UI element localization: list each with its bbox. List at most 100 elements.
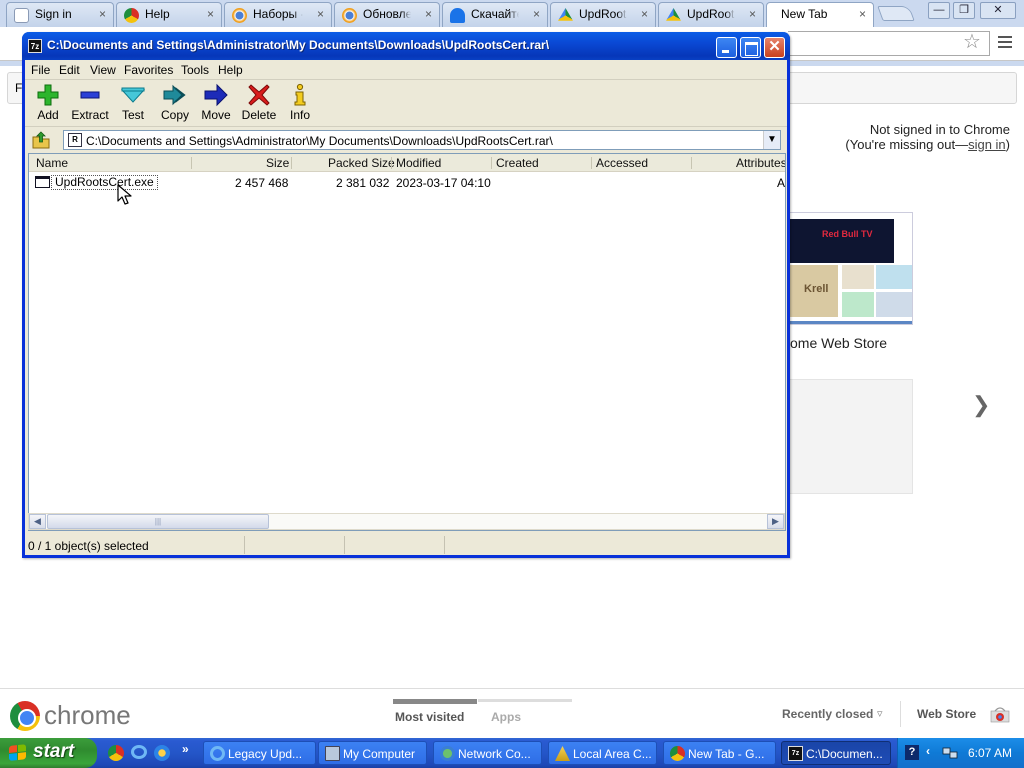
web-store-icon[interactable] — [990, 705, 1010, 723]
column-size[interactable]: Size — [266, 156, 289, 170]
close-icon[interactable]: × — [317, 8, 324, 21]
tab-obnovlen[interactable]: Обновлен × — [334, 2, 440, 27]
start-button[interactable]: start — [0, 738, 97, 768]
tab-help[interactable]: Help × — [116, 2, 222, 27]
taskbar-button-network-connections[interactable]: Network Co... — [433, 741, 542, 765]
tab-nabory[interactable]: Наборы - Г × — [224, 2, 332, 27]
quick-launch-more[interactable]: » — [182, 742, 189, 756]
close-icon[interactable]: × — [99, 8, 106, 21]
column-accessed[interactable]: Accessed — [596, 156, 648, 170]
close-button[interactable]: ✕ — [764, 37, 785, 58]
column-name[interactable]: Name — [36, 156, 68, 170]
horizontal-scrollbar[interactable]: ◀ ||| ▶ — [28, 513, 785, 530]
column-divider[interactable] — [691, 157, 692, 169]
signin-link[interactable]: sign in — [968, 137, 1006, 152]
column-divider[interactable] — [291, 157, 292, 169]
chrome-icon[interactable] — [108, 745, 124, 761]
ie-icon[interactable] — [154, 745, 170, 761]
web-store-link[interactable]: Web Store — [917, 707, 976, 721]
menu-tools[interactable]: Tools — [181, 63, 209, 77]
computer-icon — [325, 746, 340, 761]
info-button[interactable]: Info — [278, 83, 322, 123]
webstore-tile-text: Krell — [804, 283, 829, 295]
column-created[interactable]: Created — [496, 156, 539, 170]
test-button[interactable]: Test — [111, 83, 155, 123]
new-tab-button[interactable] — [877, 6, 915, 21]
file-list: Name Size Packed Size Modified Created A… — [28, 153, 786, 531]
close-icon[interactable]: × — [749, 8, 756, 21]
recently-closed-menu[interactable]: Recently closed — [782, 707, 873, 721]
close-icon[interactable]: × — [859, 8, 866, 21]
taskbar-button-legacy-update[interactable]: Legacy Upd... — [203, 741, 316, 765]
delete-button[interactable]: Delete — [237, 83, 281, 123]
taskbar-button-my-computer[interactable]: My Computer — [318, 741, 427, 765]
file-name[interactable]: UpdRootsCert.exe — [51, 175, 158, 190]
column-packed-size[interactable]: Packed Size — [328, 156, 395, 170]
scroll-thumb[interactable]: ||| — [47, 514, 269, 529]
chrome-icon — [124, 8, 139, 23]
taskbar-button-chrome[interactable]: New Tab - G... — [663, 741, 776, 765]
close-icon[interactable]: × — [533, 8, 540, 21]
scroll-left-button[interactable]: ◀ — [29, 514, 46, 529]
copy-button[interactable]: Copy — [153, 83, 197, 123]
tab-strip: Sign in × Help × Наборы - Г × Обновлен ×… — [0, 0, 1024, 28]
column-divider[interactable] — [191, 157, 192, 169]
tab-new-tab[interactable]: New Tab × — [766, 2, 874, 28]
webstore-banner-text: Red Bull TV — [822, 229, 873, 239]
menu-favorites[interactable]: Favorites — [124, 63, 173, 77]
column-divider[interactable] — [491, 157, 492, 169]
extract-button[interactable]: Extract — [68, 83, 112, 123]
tab-sign-in[interactable]: Sign in × — [6, 2, 114, 27]
omnibox[interactable] — [788, 31, 990, 56]
scroll-right-button[interactable]: ▶ — [767, 514, 784, 529]
taskbar-button-local-area-connection[interactable]: Local Area C... — [548, 741, 657, 765]
webstore-thumbnail[interactable]: Red Bull TV Krell — [789, 212, 913, 325]
menu-edit[interactable]: Edit — [59, 63, 80, 77]
browser-close-button[interactable]: ✕ — [980, 2, 1016, 19]
menu-view[interactable]: View — [90, 63, 116, 77]
restore-button[interactable]: ❐ — [953, 2, 975, 19]
tab-apps[interactable]: Apps — [491, 710, 521, 724]
path-combobox[interactable]: R C:\Documents and Settings\Administrato… — [63, 130, 781, 150]
menu-icon[interactable] — [998, 36, 1012, 51]
tab-updroots-1[interactable]: UpdRootsC × — [550, 2, 656, 27]
tab-skachaite[interactable]: Скачайте × — [442, 2, 548, 27]
list-header: Name Size Packed Size Modified Created A… — [29, 154, 785, 172]
ie-icon[interactable] — [131, 745, 147, 759]
network-tray-icon[interactable] — [942, 746, 958, 760]
minimize-button[interactable] — [716, 37, 737, 58]
close-icon[interactable]: × — [641, 8, 648, 21]
tab-most-visited[interactable]: Most visited — [395, 710, 464, 724]
tab-updroots-2[interactable]: UpdRootsC × — [658, 2, 764, 27]
column-modified[interactable]: Modified — [396, 156, 441, 170]
chevron-right-icon[interactable]: ❯ — [972, 392, 990, 418]
add-button[interactable]: Add — [26, 83, 70, 123]
chevron-down-icon[interactable]: ▿ — [877, 707, 883, 720]
7zip-icon: 7z — [28, 39, 42, 53]
tray-expand-icon[interactable]: ‹ — [926, 744, 930, 758]
check-icon — [121, 87, 145, 103]
help-icon[interactable]: ? — [905, 745, 919, 760]
window-titlebar[interactable]: 7z C:\Documents and Settings\Administrat… — [22, 32, 790, 60]
column-attributes[interactable]: Attributes — [736, 156, 785, 170]
folder-up-icon[interactable] — [32, 131, 50, 149]
taskbar-button-7zip[interactable]: 7z C:\Documen... — [781, 741, 891, 765]
close-icon[interactable]: × — [207, 8, 214, 21]
signin-notice: Not signed in to Chrome (You're missing … — [845, 122, 1010, 152]
address-bar: R C:\Documents and Settings\Administrato… — [25, 126, 787, 152]
menu-file[interactable]: File — [31, 63, 50, 77]
windows-flag-icon — [9, 744, 27, 762]
webstore-tile-label[interactable]: ome Web Store — [790, 335, 887, 351]
table-row[interactable]: UpdRootsCert.exe 2 457 468 2 381 032 202… — [29, 174, 785, 191]
menu-help[interactable]: Help — [218, 63, 243, 77]
close-icon[interactable]: × — [425, 8, 432, 21]
maximize-button[interactable] — [740, 37, 761, 58]
column-divider[interactable] — [391, 157, 392, 169]
minimize-button[interactable]: — — [928, 2, 950, 19]
webstore-tile-image: Krell — [790, 265, 838, 317]
column-divider[interactable] — [591, 157, 592, 169]
chevron-down-icon[interactable]: ▼ — [763, 131, 780, 149]
move-button[interactable]: Move — [194, 83, 238, 123]
star-icon[interactable]: ☆ — [963, 31, 981, 53]
path-text: C:\Documents and Settings\Administrator\… — [86, 134, 553, 148]
